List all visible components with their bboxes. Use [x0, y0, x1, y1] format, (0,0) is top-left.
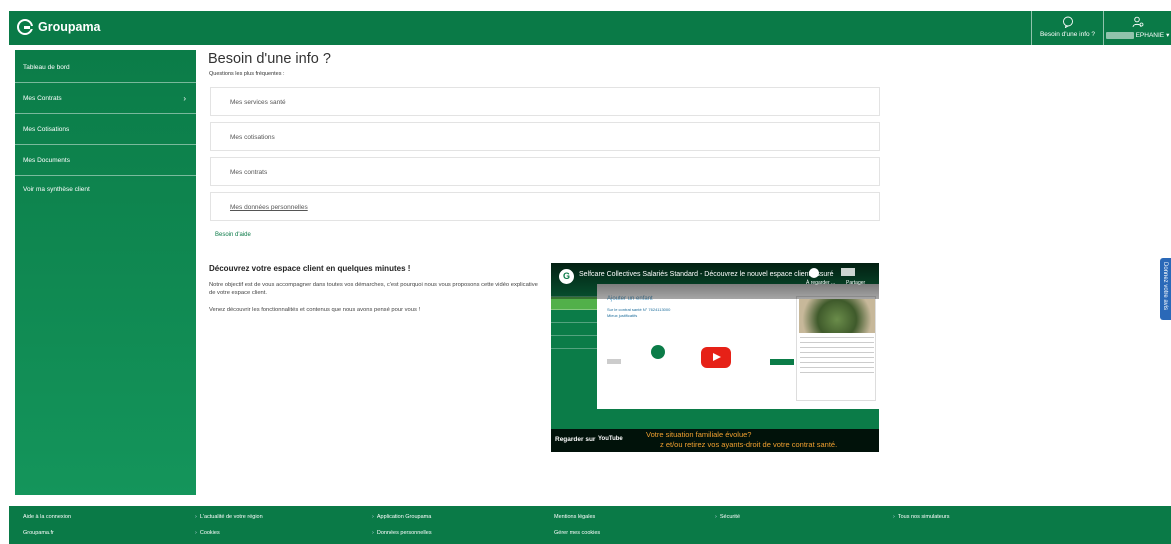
footer-link[interactable]: Aide à la connexion — [23, 514, 71, 520]
footer-link[interactable]: Gérer mes cookies — [554, 530, 600, 536]
chevron-down-icon: ▾ — [1166, 32, 1170, 39]
faq-item-label: Mes cotisations — [230, 134, 275, 141]
clock-icon[interactable] — [809, 268, 819, 278]
footer-link[interactable]: Cookies — [195, 530, 220, 536]
faq-item-label: Mes contrats — [230, 169, 268, 176]
sidebar-item-mes-documents[interactable]: Mes Documents — [15, 145, 196, 176]
play-button-icon[interactable] — [701, 347, 731, 368]
youtube-logo[interactable]: YouTube — [598, 436, 623, 442]
video-screen-line: Sur le contrat santé N° 7624113000 — [607, 307, 671, 312]
discover-paragraph: Notre objectif est de vous accompagner d… — [209, 282, 538, 297]
video-preview-sidebar — [551, 284, 597, 409]
sidebar-item-synthese-client[interactable]: Voir ma synthèse client — [15, 181, 196, 201]
sidebar-item-label: Mes Contrats — [23, 95, 62, 102]
feedback-label: Donnez votre avis — [1162, 262, 1168, 311]
top-header: Groupama Besoin d'une info ? EPHANIE ▾ — [9, 11, 1171, 45]
share-label[interactable]: Partager — [846, 280, 865, 286]
footer-link[interactable]: Données personnelles — [372, 530, 432, 536]
faq-item-contrats[interactable]: Mes contrats — [210, 157, 880, 186]
video-title-bar: G Selfcare Collectives Salariés Standard… — [551, 263, 879, 299]
left-gutter — [0, 0, 9, 544]
sidebar-item-label: Mes Cotisations — [23, 126, 70, 133]
faq-item-services-sante[interactable]: Mes services santé — [210, 87, 880, 116]
help-button-label: Besoin d'une info ? — [1039, 31, 1096, 38]
user-menu-button[interactable]: EPHANIE ▾ — [1103, 11, 1171, 45]
video-title[interactable]: Selfcare Collectives Salariés Standard -… — [579, 271, 833, 278]
sidebar-item-mes-contrats[interactable]: Mes Contrats › — [15, 83, 196, 114]
footer-link[interactable]: Mentions légales — [554, 514, 595, 520]
footer: Aide à la connexion L'actualité de votre… — [9, 506, 1171, 544]
video-caption: z et/ou retirez vos ayants-droit de votr… — [660, 440, 838, 449]
discover-paragraph-2: Venez découvrir les fonctionnalités et c… — [209, 307, 421, 313]
faq-item-label: Mes services santé — [230, 99, 286, 106]
help-button[interactable]: Besoin d'une info ? — [1031, 11, 1103, 45]
sidebar-item-label: Tableau de bord — [23, 64, 70, 71]
feedback-tab[interactable]: Donnez votre avis — [1160, 258, 1171, 320]
brand-name: Groupama — [38, 20, 101, 34]
sidebar-item-mes-cotisations[interactable]: Mes Cotisations — [15, 114, 196, 145]
footer-link[interactable]: Application Groupama — [372, 514, 431, 520]
faq-item-cotisations[interactable]: Mes cotisations — [210, 122, 880, 151]
watch-on-label[interactable]: Regarder sur — [555, 436, 595, 443]
sidebar-item-label: Mes Documents — [23, 157, 70, 164]
discover-title: Découvrez votre espace client en quelque… — [209, 264, 411, 273]
page: Groupama Besoin d'une info ? EPHANIE ▾ Ta… — [0, 0, 1171, 544]
groupama-logo[interactable]: Groupama — [17, 19, 101, 35]
card-text-lines — [800, 337, 874, 377]
faq-item-donnees-personnelles[interactable]: Mes données personnelles — [210, 192, 880, 221]
sidebar-item-tableau-de-bord[interactable]: Tableau de bord — [15, 52, 196, 83]
faq-item-label: Mes données personnelles — [230, 204, 308, 211]
footer-link[interactable]: Sécurité — [715, 514, 740, 520]
user-name-redacted — [1105, 31, 1134, 39]
video-player[interactable]: Ajouter un enfant Sur le contrat santé N… — [551, 263, 879, 452]
chat-bubble-icon — [1062, 16, 1073, 28]
video-preview-button — [770, 359, 794, 365]
chevron-right-icon: › — [183, 94, 186, 103]
page-title: Besoin d'une info ? — [208, 51, 331, 67]
footer-link[interactable]: Tous nos simulateurs — [893, 514, 950, 520]
video-screen-line: Mieux justificatifs — [607, 313, 638, 318]
sidebar-item-label: Voir ma synthèse client — [23, 186, 90, 193]
footer-link[interactable]: L'actualité de votre région — [195, 514, 263, 520]
video-caption: Votre situation familiale évolue? — [646, 430, 752, 439]
channel-avatar-icon[interactable]: G — [559, 269, 574, 284]
footer-link[interactable]: Groupama.fr — [23, 530, 54, 536]
video-preview-card — [796, 296, 876, 401]
faq-subtitle: Questions les plus fréquentes : — [209, 71, 285, 77]
user-icon — [1132, 16, 1143, 28]
user-name: EPHANIE — [1135, 31, 1165, 39]
groupama-g-icon — [17, 19, 34, 35]
cloud-upload-icon — [651, 345, 665, 359]
video-preview-button — [607, 359, 621, 364]
share-icon[interactable] — [841, 268, 855, 276]
plant-image — [799, 299, 875, 333]
help-link[interactable]: Besoin d'aide — [215, 232, 251, 238]
sidebar: Tableau de bord Mes Contrats › Mes Cotisa… — [15, 50, 196, 495]
watch-later-label[interactable]: À regarder ... — [806, 280, 835, 286]
